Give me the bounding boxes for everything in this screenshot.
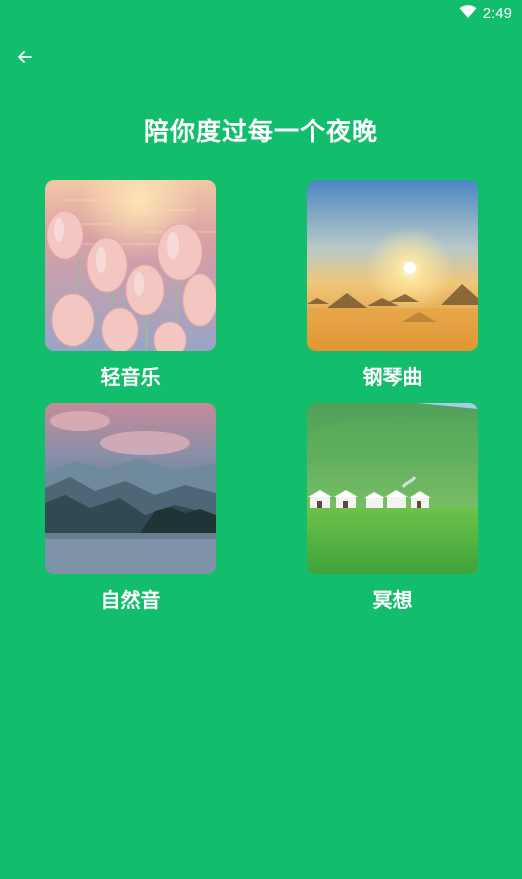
tulips-image [45,180,216,351]
status-icons: 2:49 [459,4,512,23]
category-card-nature-sounds[interactable]: 自然音 [45,403,216,613]
wifi-icon [459,4,477,23]
category-card-light-music[interactable]: 轻音乐 [45,180,216,390]
page-title: 陪你度过每一个夜晚 [143,117,378,146]
category-card-meditation[interactable]: 冥想 [307,403,478,613]
back-button[interactable] [12,44,38,70]
lake-image [45,403,216,574]
category-label: 钢琴曲 [362,365,423,389]
category-label: 自然音 [100,588,161,612]
category-label: 冥想 [372,588,413,612]
arrow-left-icon [18,51,32,63]
sunrise-image [307,180,478,351]
status-bar: 2:49 [0,0,522,28]
category-card-piano[interactable]: 钢琴曲 [307,180,478,390]
grassland-image [307,403,478,574]
status-time: 2:49 [482,5,512,22]
category-label: 轻音乐 [100,365,161,389]
